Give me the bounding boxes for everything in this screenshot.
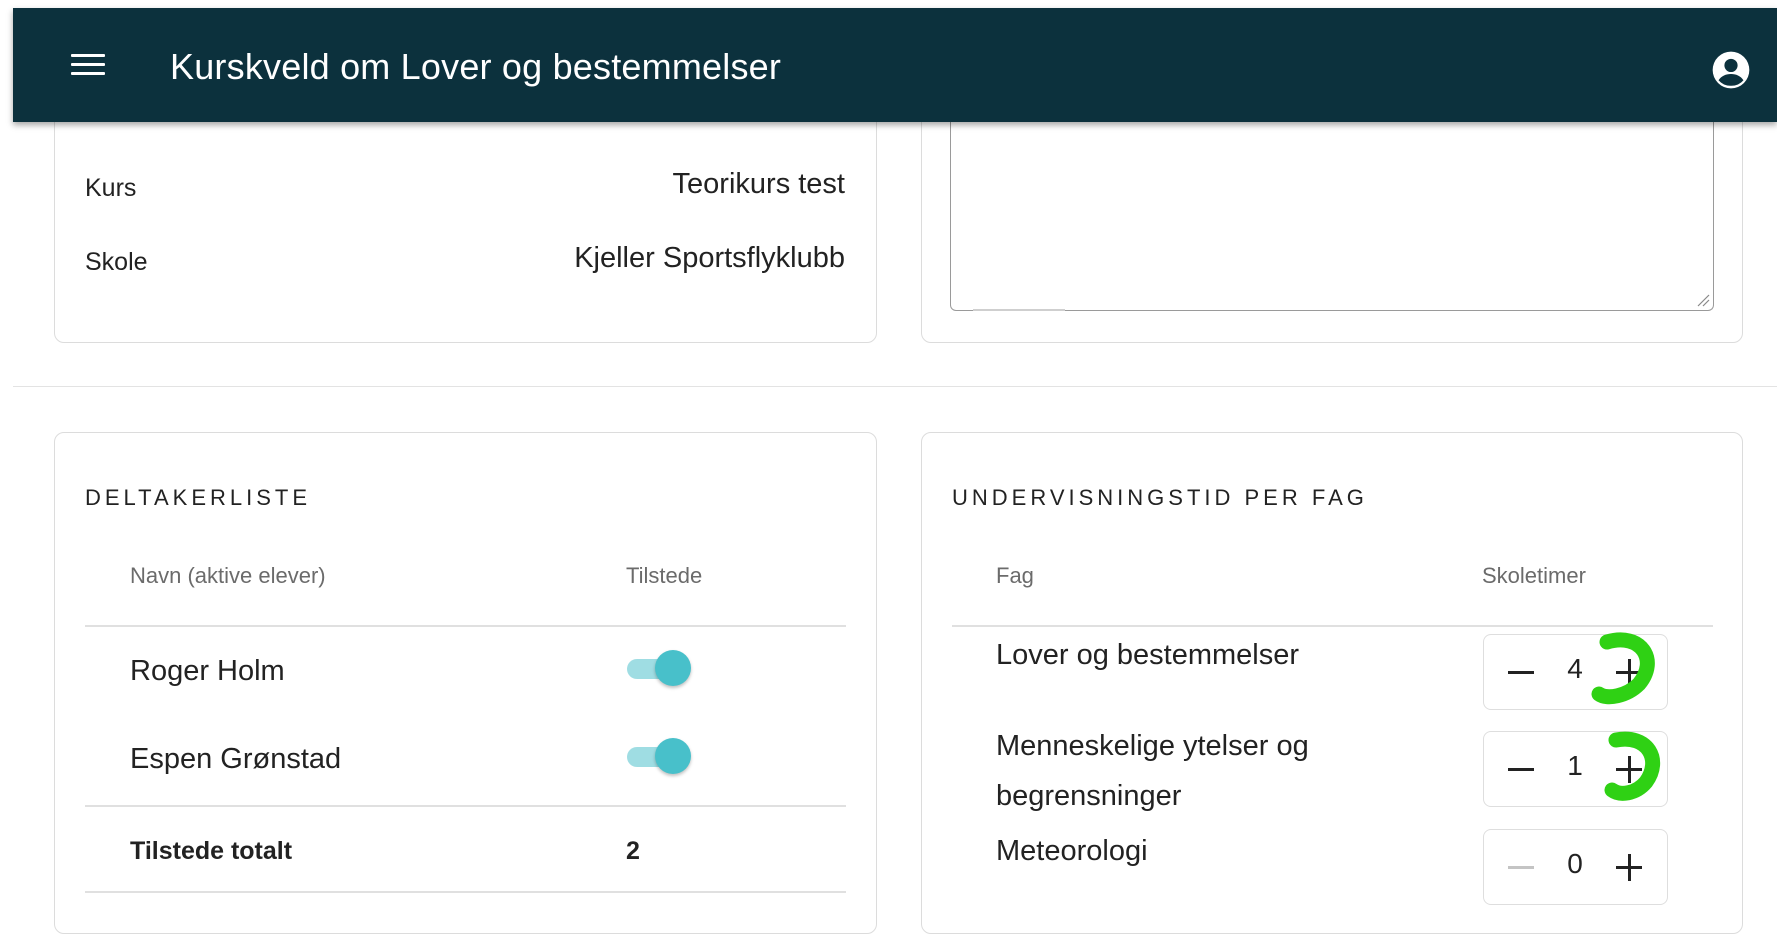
teaching-time-title: UNDERVISNINGSTID PER FAG: [952, 485, 1368, 510]
participant-list-title: DELTAKERLISTE: [85, 485, 312, 510]
hours-stepper: 1: [1483, 731, 1668, 807]
participant-list-card: DELTAKERLISTE Navn (aktive elever) Tilst…: [54, 432, 877, 934]
subject-name: Menneskelige ytelser og begrensninger: [996, 730, 1309, 812]
increment-button[interactable]: [1606, 844, 1652, 890]
table-divider: [85, 805, 846, 807]
increment-button[interactable]: [1606, 649, 1652, 695]
present-toggle[interactable]: [623, 648, 693, 688]
hours-stepper: 0: [1483, 829, 1668, 905]
course-label: Kurs: [85, 174, 137, 202]
column-header-hours: Skoletimer: [1482, 563, 1586, 588]
subject-name: Meteorologi: [996, 835, 1148, 867]
increment-button[interactable]: [1606, 746, 1652, 792]
section-divider: [13, 386, 1777, 387]
student-name: Espen Grønstad: [130, 743, 342, 775]
student-name: Roger Holm: [130, 655, 285, 687]
subject-name: Lover og bestemmelser: [996, 639, 1300, 671]
resize-grip-icon[interactable]: [1696, 293, 1710, 307]
school-label: Skole: [85, 248, 148, 276]
column-header-subject: Fag: [996, 563, 1034, 588]
decrement-button[interactable]: [1498, 649, 1544, 695]
present-total-label: Tilstede totalt: [130, 837, 293, 865]
decrement-button[interactable]: [1498, 844, 1544, 890]
textarea-underline: [973, 309, 1065, 311]
decrement-button[interactable]: [1498, 746, 1544, 792]
present-toggle[interactable]: [623, 736, 693, 776]
hours-value: 0: [1567, 848, 1583, 879]
account-circle-icon[interactable]: [1709, 48, 1753, 92]
table-header-divider: [952, 625, 1713, 627]
column-header-name: Navn (aktive elever): [130, 563, 326, 588]
table-divider: [85, 891, 846, 893]
notes-textarea[interactable]: [950, 121, 1714, 311]
app-bar: Kurskveld om Lover og bestemmelser: [13, 8, 1777, 122]
course-value: Teorikurs test: [672, 168, 845, 200]
hours-value: 4: [1567, 653, 1583, 684]
column-header-present: Tilstede: [626, 563, 703, 588]
page-title: Kurskveld om Lover og bestemmelser: [170, 46, 782, 87]
teaching-time-card: UNDERVISNINGSTID PER FAG Fag Skoletimer …: [921, 432, 1743, 934]
present-total-value: 2: [626, 837, 640, 865]
menu-icon[interactable]: [57, 42, 119, 88]
hours-value: 1: [1567, 750, 1583, 781]
table-header-divider: [85, 625, 846, 627]
hours-stepper: 4: [1483, 634, 1668, 710]
school-value: Kjeller Sportsflyklubb: [574, 242, 845, 274]
